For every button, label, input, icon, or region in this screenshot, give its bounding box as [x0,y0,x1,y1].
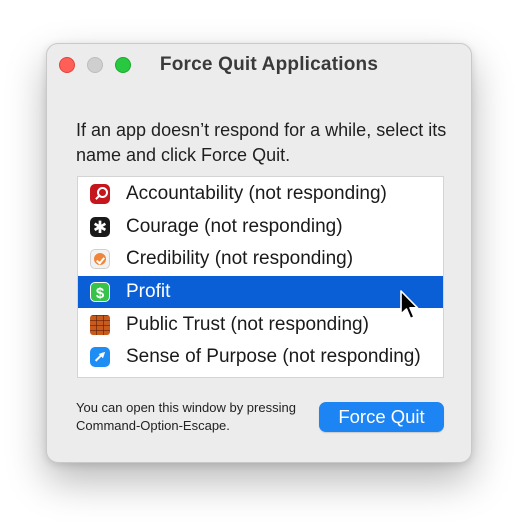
list-item-credibility[interactable]: Credibility (not responding) [78,243,443,276]
force-quit-window: Force Quit Applications If an app doesn’… [46,43,472,463]
close-button[interactable] [59,57,75,73]
app-name: Accountability (not responding) [126,183,387,205]
asterisk-icon: ✱ [90,216,110,237]
arrow-icon [90,347,110,368]
title-bar[interactable]: Force Quit Applications [47,44,471,86]
zoom-button[interactable] [115,57,131,73]
list-item-courage[interactable]: ✱ Courage (not responding) [78,211,443,244]
minimize-button[interactable] [87,57,103,73]
force-quit-button[interactable]: Force Quit [319,402,444,432]
magnifier-icon [90,184,110,205]
shortcut-hint: You can open this window by pressing Com… [76,400,296,433]
app-name: Credibility (not responding) [126,248,354,270]
app-name: Public Trust (not responding) [126,313,369,335]
list-item-sense-of-purpose[interactable]: Sense of Purpose (not responding) [78,341,443,374]
brick-wall-icon [90,314,110,335]
list-item-public-trust[interactable]: Public Trust (not responding) [78,308,443,341]
dollar-sign-icon: $ [90,282,110,303]
app-name: Profit [126,281,171,303]
screen: Force Quit Applications If an app doesn’… [0,0,522,522]
checkmark-badge-icon [90,249,110,270]
app-name: Sense of Purpose (not responding) [126,346,421,368]
app-name: Courage (not responding) [126,215,343,237]
instructions-text: If an app doesn’t respond for a while, s… [76,120,447,165]
window-title: Force Quit Applications [159,54,379,75]
application-list[interactable]: Accountability (not responding) ✱ Courag… [77,176,444,378]
list-item-accountability[interactable]: Accountability (not responding) [78,178,443,211]
list-item-profit[interactable]: $ Profit [78,275,443,309]
mouse-pointer-icon [400,290,419,320]
